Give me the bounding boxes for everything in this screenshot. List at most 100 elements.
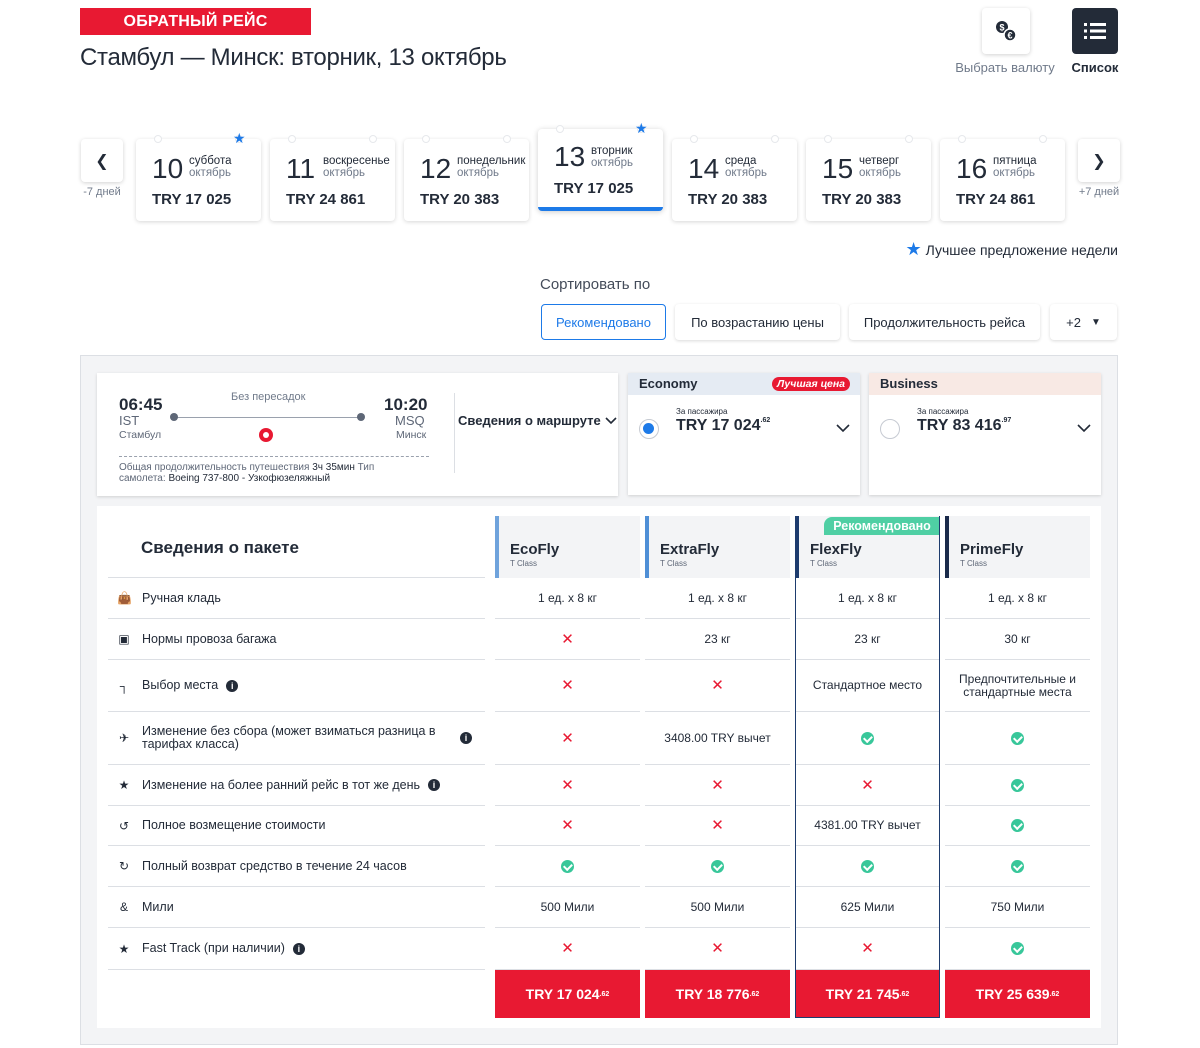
star-icon: ★ (118, 941, 130, 956)
package-cell: 1 ед. х 8 кг (795, 578, 940, 619)
package-cell: ✕ (795, 765, 940, 806)
list-view-button[interactable] (1072, 8, 1118, 54)
per-passenger-label: За пассажира (676, 407, 728, 416)
miles-icon: & (119, 900, 128, 914)
date-card-16[interactable]: 16 пятница октябрь TRY 24 861 (940, 135, 1065, 221)
info-icon[interactable]: i (460, 732, 472, 744)
date-month: октябрь (725, 167, 768, 179)
package-cell: Стандартное место (795, 660, 940, 712)
package-name: FlexFly (810, 541, 862, 558)
package-name: ExtraFly (660, 541, 720, 558)
cross-icon: ✕ (561, 630, 574, 648)
info-icon[interactable]: i (226, 679, 239, 692)
package-row-label: ✈ Изменение без сбора (может взиматься ра… (108, 712, 485, 765)
list-icon (1084, 23, 1106, 39)
info-icon[interactable]: i (428, 779, 441, 791)
select-flexfly-button[interactable]: TRY 21 745.62 (795, 970, 940, 1018)
card-notch (288, 135, 296, 143)
prev-week-button[interactable]: ❮ (81, 139, 123, 182)
package-cell: 1 ед. х 8 кг (645, 578, 790, 619)
cross-icon: ✕ (711, 817, 724, 834)
package-cell: 1 ед. х 8 кг (945, 578, 1090, 619)
package-cell: ✕ (495, 806, 640, 846)
select-primefly-button[interactable]: TRY 25 639.62 (945, 970, 1090, 1018)
date-card-11[interactable]: 11 воскресенье октябрь TRY 24 861 (270, 135, 395, 221)
check-circle-icon (1011, 859, 1024, 873)
package-cell: ✕ (645, 928, 790, 970)
svg-text:€: € (1007, 31, 1012, 41)
date-weekday: пятница (993, 155, 1037, 167)
package-cell (945, 806, 1090, 846)
package-cell: ✕ (645, 806, 790, 846)
chevron-down-icon[interactable] (836, 421, 850, 435)
list-view-label[interactable]: Список (1060, 60, 1130, 75)
luggage-icon: ▣ (118, 632, 130, 646)
card-notch (958, 135, 966, 143)
feature-label: Fast Track (при наличии) (142, 941, 285, 955)
recommended-badge: Рекомендовано (824, 517, 940, 535)
card-notch (369, 135, 377, 143)
column-accent (495, 516, 499, 578)
business-fare-card[interactable]: Business За пассажира TRY 83 416.97 (869, 373, 1101, 495)
package-class: T Class (960, 559, 987, 568)
package-cell: 23 кг (645, 619, 790, 660)
cell-value: 750 Мили (990, 899, 1045, 914)
arrival-time: 10:20 (384, 395, 428, 414)
cell-value: 3408.00 TRY вычет (664, 730, 771, 745)
sort-more-dropdown[interactable]: +2 ▼ (1050, 304, 1117, 340)
chevron-down-icon[interactable] (1077, 421, 1091, 435)
prev-week-label: -7 дней (83, 186, 121, 198)
package-cell (645, 846, 790, 887)
package-cell (795, 712, 940, 765)
date-card-15[interactable]: 15 четверг октябрь TRY 20 383 (806, 135, 931, 221)
route-details-link[interactable]: Сведения о маршруте (458, 413, 617, 428)
best-week-label: Лучшее предложение недели (925, 241, 1118, 258)
package-name: EcoFly (510, 541, 560, 558)
date-card-13[interactable]: 13 вторник октябрь TRY 17 025 ★ (538, 120, 663, 211)
select-ecofly-button[interactable]: TRY 17 024.62 (495, 970, 640, 1018)
business-radio[interactable] (880, 419, 900, 439)
cross-icon: ✕ (861, 940, 874, 957)
check-circle-icon (561, 859, 574, 873)
divider (454, 393, 455, 473)
best-week-legend: ★ Лучшее предложение недели (905, 239, 1118, 260)
date-card-10[interactable]: 10 суббота октябрь TRY 17 025 ★ (136, 130, 261, 221)
date-card-12[interactable]: 12 понедельник октябрь TRY 20 383 (404, 135, 529, 221)
package-column-extrafly: ExtraFly T Class (645, 516, 790, 578)
package-cell: ✕ (495, 928, 640, 970)
total-duration: 3ч 35мин (312, 462, 355, 473)
select-extrafly-button[interactable]: TRY 18 776.62 (645, 970, 790, 1018)
cross-icon: ✕ (861, 776, 874, 794)
refund-icon: ↺ (118, 818, 130, 833)
sort-recommended-button[interactable]: Рекомендовано (541, 304, 666, 340)
economy-fare-card[interactable]: Economy Лучшая цена За пассажира TRY 17 … (628, 373, 860, 495)
info-icon[interactable]: i (292, 942, 305, 955)
economy-radio[interactable] (639, 419, 659, 439)
cell-value: 625 Мили (840, 899, 895, 914)
route-end-dot (357, 413, 365, 421)
package-row-label: ★ Изменение на более ранний рейс в тот же… (108, 765, 485, 806)
date-weekday: среда (725, 155, 757, 167)
total-duration-label: Общая продолжительность путешествия (119, 462, 310, 473)
stops-label: Без пересадок (231, 391, 306, 403)
divider (119, 456, 429, 457)
package-cell: ✕ (795, 928, 940, 970)
sort-price-button[interactable]: По возрастанию цены (675, 304, 840, 340)
aircraft-type: Boeing 737-800 - Узкофюзеляжный (168, 473, 331, 484)
cell-value: Предпочтительные и стандартные места (959, 671, 1076, 699)
package-cell (495, 846, 640, 887)
column-accent (645, 516, 649, 578)
package-title: Сведения о пакете (141, 538, 299, 557)
flight-card: 06:45 IST Стамбул Без пересадок 10:20 MS… (97, 373, 618, 496)
date-month: октябрь (591, 157, 634, 169)
cross-icon: ✕ (561, 776, 574, 794)
package-table: Сведения о пакете EcoFly T Class TRY 17 02… (97, 506, 1101, 1028)
currency-label[interactable]: Выбрать валюту (940, 60, 1070, 75)
package-row-label: ↺ Полное возмещение стоимости (108, 806, 485, 846)
date-weekday: воскресенье (323, 155, 390, 167)
next-week-button[interactable]: ❯ (1078, 139, 1120, 182)
currency-button[interactable]: $ € (982, 8, 1030, 54)
date-card-14[interactable]: 14 среда октябрь TRY 20 383 (672, 135, 797, 221)
package-column-ecofly: EcoFly T Class (495, 516, 640, 578)
sort-duration-button[interactable]: Продолжительность рейса (849, 304, 1040, 340)
